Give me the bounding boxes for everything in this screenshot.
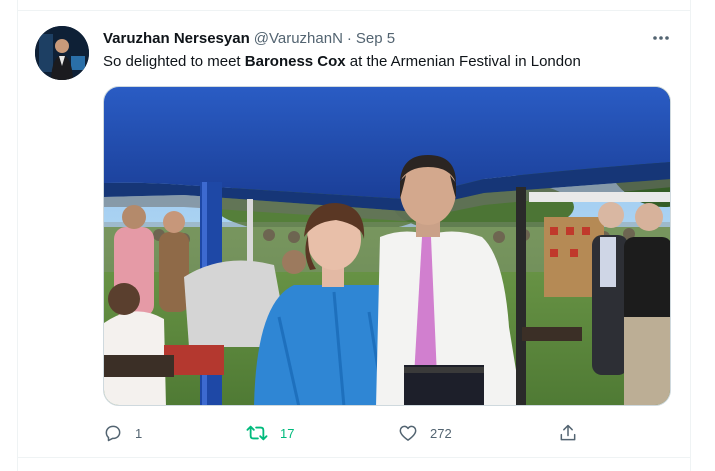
tweet-top-divider	[17, 10, 691, 11]
author-handle[interactable]: @VaruzhanN	[254, 30, 343, 47]
timeline-right-border	[690, 0, 691, 471]
share-button[interactable]	[558, 420, 578, 446]
like-button[interactable]: 272	[398, 420, 452, 446]
tweet-date[interactable]: Sep 5	[356, 30, 395, 47]
tweet-header: Varuzhan Nersesyan @VaruzhanN · Sep 5	[103, 27, 395, 49]
tweet-text-end: at the Armenian Festival in London	[345, 53, 581, 70]
tweet-actions: 1 17 272	[103, 420, 671, 446]
more-options-button[interactable]	[648, 27, 674, 49]
timeline-left-border	[17, 0, 18, 471]
retweet-icon	[246, 425, 268, 441]
like-count: 272	[430, 425, 452, 441]
reply-icon	[105, 425, 121, 442]
author-name[interactable]: Varuzhan Nersesyan	[103, 30, 250, 47]
share-icon	[560, 424, 576, 441]
tweet-text: So delighted to meet Baroness Cox at the…	[103, 51, 581, 73]
like-icon	[399, 425, 417, 441]
festival-photo	[104, 87, 670, 405]
header-separator: ·	[346, 29, 352, 47]
more-horizontal-icon	[653, 36, 669, 40]
tweet-bottom-divider	[17, 457, 691, 458]
tweet-text-start: So delighted to meet	[103, 53, 245, 70]
retweet-count: 17	[280, 425, 295, 441]
reply-count: 1	[135, 425, 143, 441]
tweet-text-bold: Baroness Cox	[244, 53, 346, 70]
reply-button[interactable]: 1	[103, 420, 142, 446]
retweet-button[interactable]: 17	[246, 420, 294, 446]
tweet-photo[interactable]	[103, 86, 671, 406]
author-avatar[interactable]	[35, 26, 89, 80]
